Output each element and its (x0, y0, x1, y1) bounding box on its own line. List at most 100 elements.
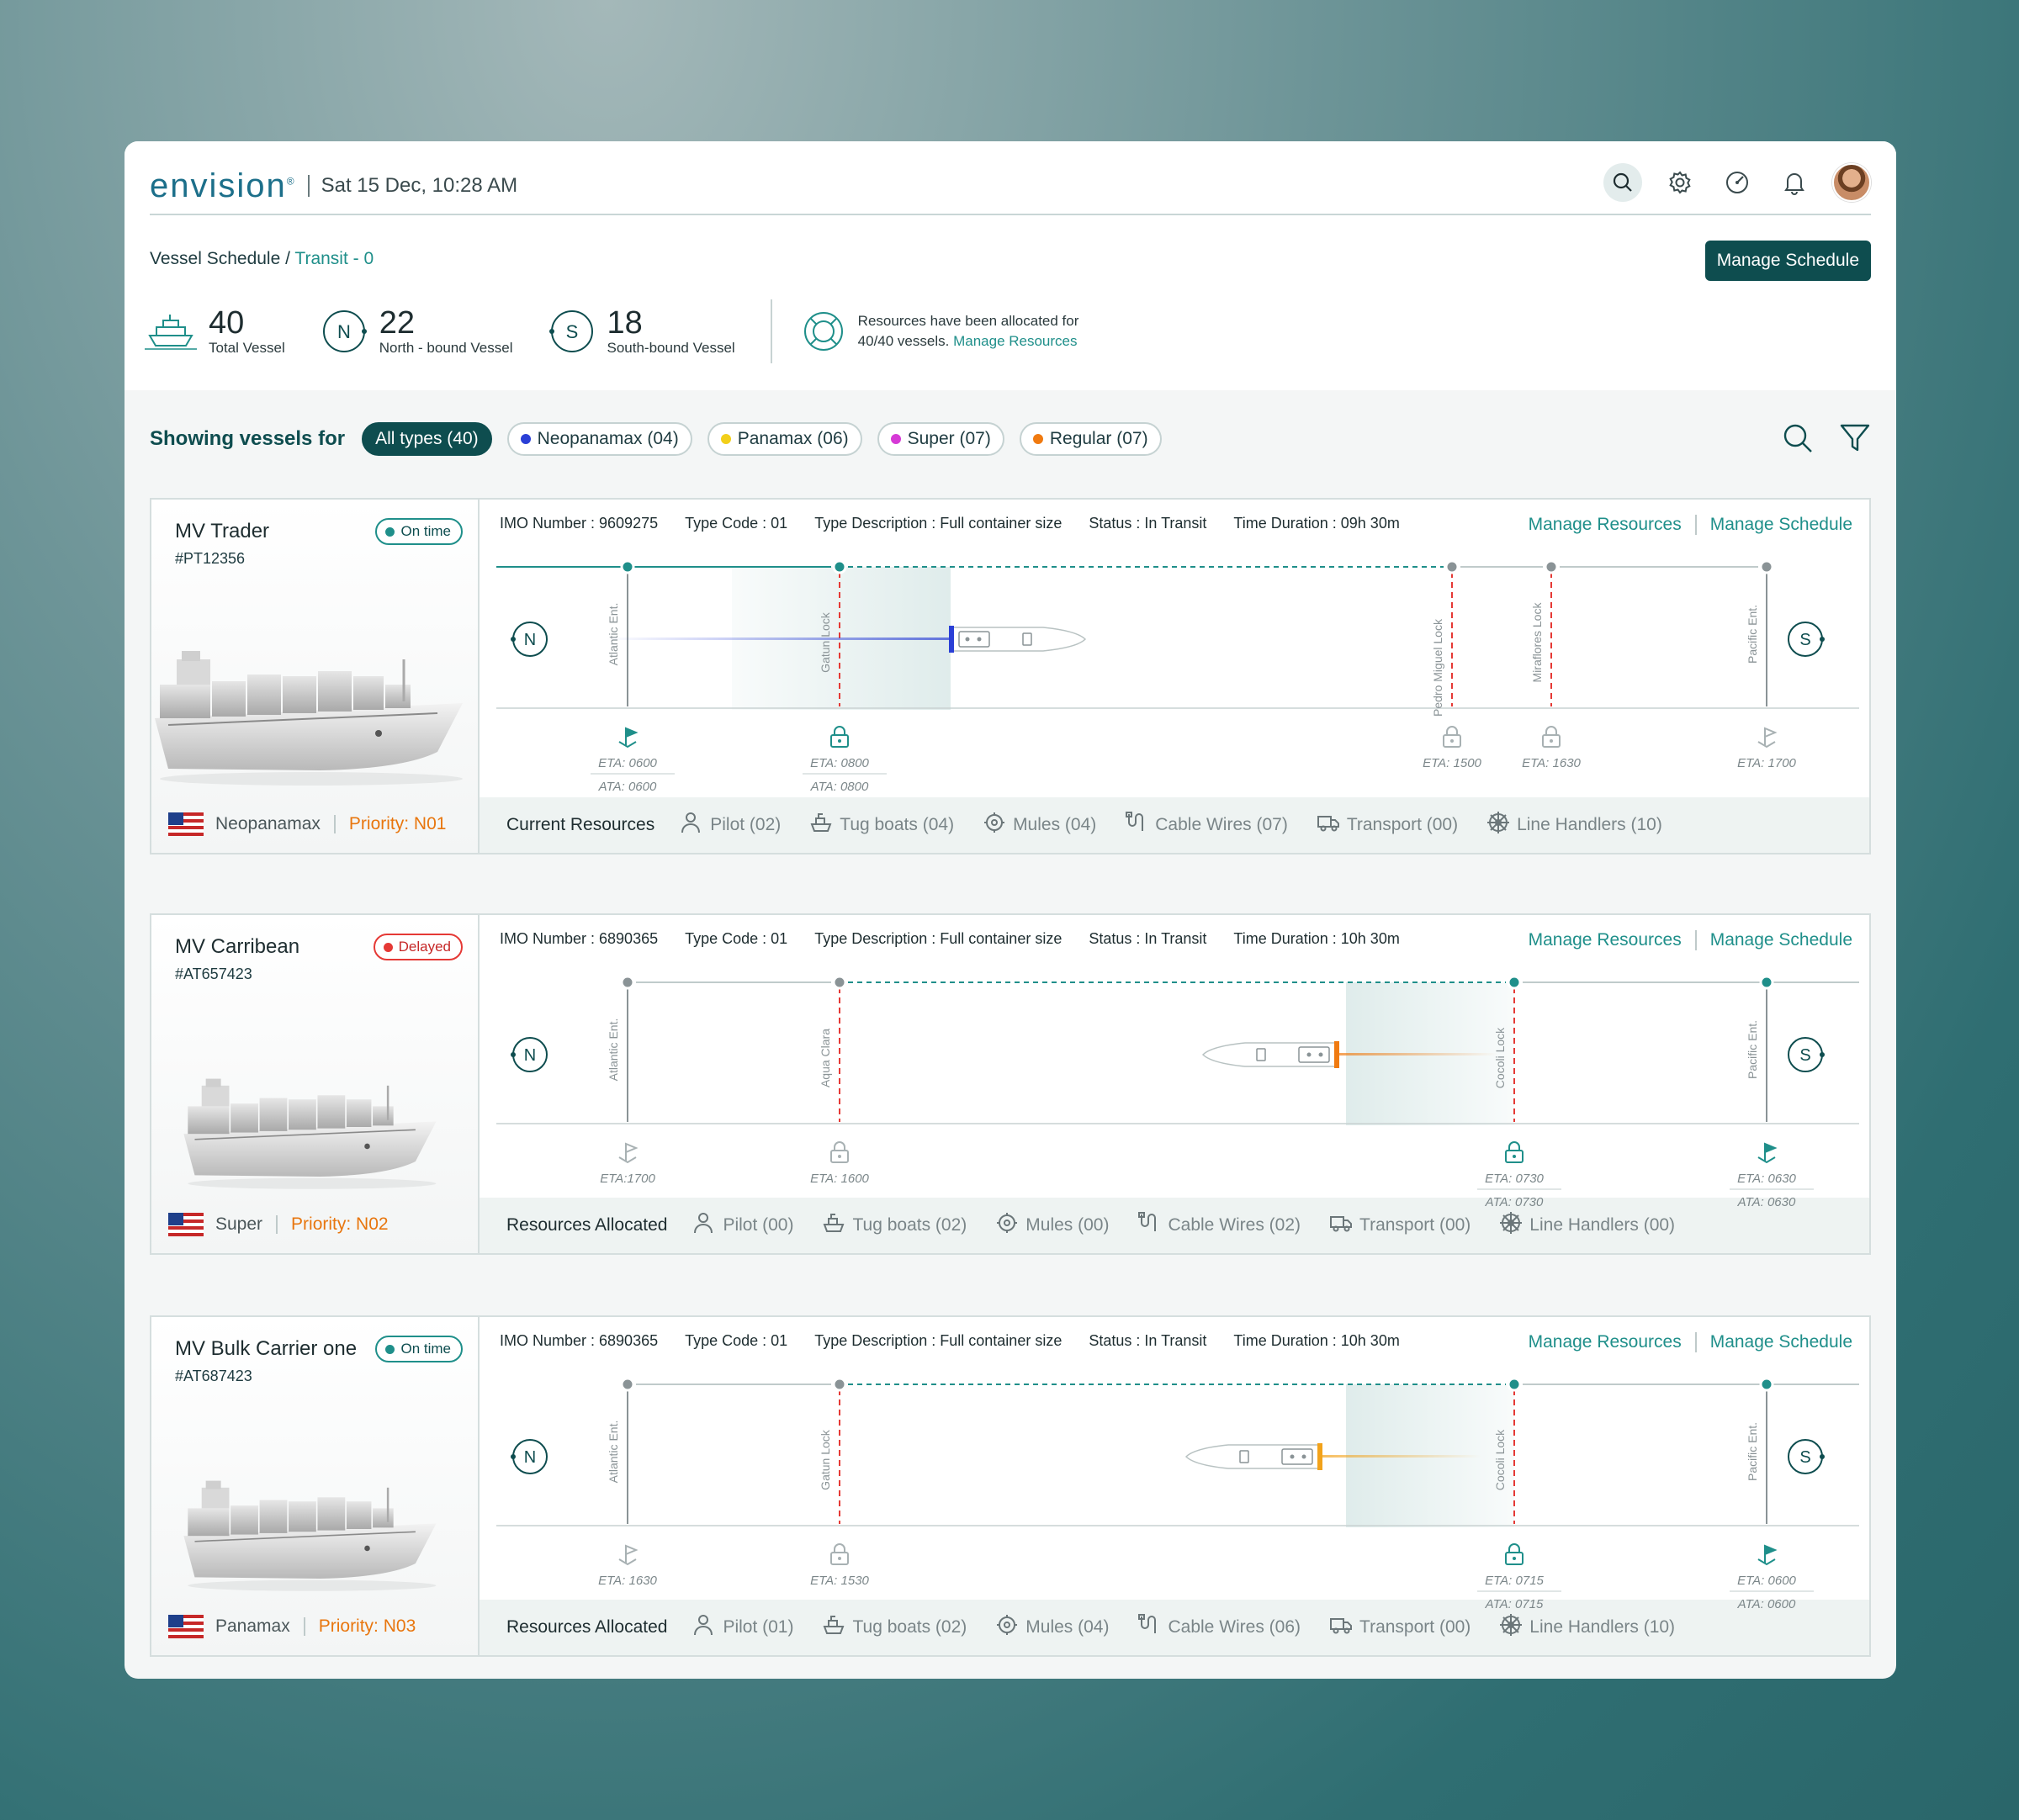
stop-ata: ATA: 0730 (1485, 1195, 1544, 1209)
manage-schedule-button[interactable]: Manage Schedule (1704, 241, 1871, 281)
vessel-image-wrap (181, 1460, 450, 1601)
vessel-image-wrap (181, 1058, 450, 1199)
lock-icon (1542, 726, 1561, 748)
bell-icon[interactable] (1775, 163, 1814, 202)
total-value: 40 (209, 305, 245, 341)
time-duration: Time Duration : 10h 30m (1233, 930, 1400, 947)
filter-chip-all[interactable]: All types (40) (362, 422, 492, 456)
links-divider (1694, 1332, 1697, 1352)
time-duration: Time Duration : 09h 30m (1233, 515, 1400, 532)
vessel-name[interactable]: MV Bulk Carrier one (175, 1337, 357, 1361)
transit-status: Status : In Transit (1089, 1332, 1207, 1349)
manage-resources-link[interactable]: Manage Resources (953, 333, 1077, 349)
stop-dot[interactable] (1444, 559, 1460, 574)
type-code: Type Code : 01 (685, 930, 788, 947)
allocation-line-1: Resources have been allocated for (857, 313, 1079, 329)
resource-label: Cable Wires (07) (1155, 815, 1288, 834)
north-icon-text: N (337, 321, 351, 342)
manage-resources-link[interactable]: Manage Resources (1529, 1332, 1682, 1352)
flag-icon (1757, 727, 1778, 749)
status-badge: On time (375, 1336, 463, 1362)
stop-dot[interactable] (832, 559, 847, 574)
gauge-icon[interactable] (1718, 163, 1757, 202)
tugboat-icon (809, 811, 840, 839)
flag-icon (618, 1544, 639, 1566)
resource-item[interactable]: Line Handlers (10) (1486, 811, 1662, 839)
resource-item[interactable]: Transport (00) (1317, 811, 1458, 839)
vessel-position-icon[interactable] (1184, 1443, 1322, 1470)
vessel-position-icon[interactable] (1201, 1041, 1339, 1068)
avatar[interactable] (1832, 163, 1871, 202)
header-datetime: Sat 15 Dec, 10:28 AM (307, 175, 517, 197)
direction-label: S (1799, 1046, 1810, 1065)
resource-item[interactable]: Mules (04) (983, 811, 1096, 839)
gear-icon[interactable] (1661, 163, 1699, 202)
stop-dot[interactable] (1507, 975, 1522, 990)
flag-icon (618, 727, 639, 749)
flag-icon (1757, 1142, 1778, 1164)
resource-label: Mules (00) (1025, 1215, 1110, 1235)
stop-dot[interactable] (832, 1377, 847, 1392)
logo[interactable]: envision® (150, 167, 296, 205)
resource-item[interactable]: Tug boats (04) (809, 811, 954, 839)
manage-schedule-link[interactable]: Manage Schedule (1710, 1332, 1852, 1352)
vessel-position-icon[interactable] (949, 626, 1087, 653)
north-label: North - bound Vessel (379, 340, 513, 356)
stop-name: Pacific Ent. (1746, 1422, 1759, 1481)
resource-item[interactable]: Pilot (02) (680, 811, 781, 839)
stop-dot[interactable] (1759, 559, 1774, 574)
stop-dot[interactable] (1507, 1377, 1522, 1392)
direction-label: N (524, 1448, 536, 1467)
footer-divider (333, 815, 336, 833)
resource-item[interactable]: Cable Wires (07) (1125, 811, 1288, 839)
status-text: Delayed (398, 939, 451, 955)
cable-wires-icon (1125, 811, 1155, 839)
direction-label: N (524, 631, 536, 649)
flag-icon (1757, 1544, 1778, 1566)
stop-dot[interactable] (620, 559, 635, 574)
lock-icon (830, 726, 849, 748)
south-direction-icon: S (1788, 1037, 1825, 1072)
north-direction-icon: N (511, 1439, 548, 1474)
priority-label: Priority: N03 (318, 1616, 416, 1636)
lock-icon (830, 1543, 849, 1565)
stop-dot[interactable] (1759, 975, 1774, 990)
vessel-name[interactable]: MV Trader (175, 520, 269, 543)
stop-name: Pacific Ent. (1746, 1020, 1759, 1079)
manage-schedule-link[interactable]: Manage Schedule (1710, 930, 1852, 950)
filter-chip-neopanamax[interactable]: Neopanamax (04) (506, 422, 692, 456)
breadcrumb-parent[interactable]: Vessel Schedule (150, 249, 280, 268)
vessel-summary: MV Trader #PT12356 On time Neopanamax Priori… (151, 500, 480, 853)
filter-chip-regular[interactable]: Regular (07) (1019, 422, 1162, 456)
direction-label: S (1799, 1448, 1810, 1467)
vessel-name[interactable]: MV Carribean (175, 935, 299, 959)
vessel-card[interactable]: MV Trader #PT12356 On time Neopanamax Priori… (150, 498, 1871, 854)
vessel-card[interactable]: MV Carribean #AT657423 Delayed Super Priorit… (150, 913, 1871, 1255)
stat-total: 40 Total Vessel (145, 306, 285, 357)
search-icon[interactable] (1603, 163, 1642, 202)
lock-icon (1505, 1141, 1524, 1163)
stop-dot[interactable] (620, 1377, 635, 1392)
stop-dot[interactable] (832, 975, 847, 990)
vessel-summary: MV Carribean #AT657423 Delayed Super Priorit… (151, 915, 480, 1253)
stop-name: Gatun Lock (819, 611, 832, 673)
stop-dot[interactable] (620, 975, 635, 990)
stop-dot[interactable] (1759, 1377, 1774, 1392)
filter-chip-super[interactable]: Super (07) (877, 422, 1004, 456)
allocation-line-2: 40/40 vessels. (857, 333, 950, 349)
resource-label: Line Handlers (00) (1529, 1215, 1676, 1235)
manage-schedule-link[interactable]: Manage Schedule (1710, 515, 1852, 535)
lock-icon (1443, 726, 1461, 748)
search-icon[interactable] (1782, 422, 1814, 454)
manage-resources-link[interactable]: Manage Resources (1529, 930, 1682, 950)
vessel-footer: Panamax Priority: N03 (168, 1615, 471, 1638)
resource-label: Tug boats (04) (840, 815, 955, 834)
breadcrumb-current: Transit - 0 (294, 249, 374, 268)
panamax-dot (720, 434, 731, 444)
vessel-card[interactable]: MV Bulk Carrier one #AT687423 On time Panam… (150, 1315, 1871, 1657)
filter-chip-panamax[interactable]: Panamax (06) (707, 422, 862, 456)
super-dot (890, 434, 901, 444)
manage-resources-link[interactable]: Manage Resources (1529, 515, 1682, 535)
stop-dot[interactable] (1544, 559, 1559, 574)
filter-icon[interactable] (1839, 422, 1871, 454)
